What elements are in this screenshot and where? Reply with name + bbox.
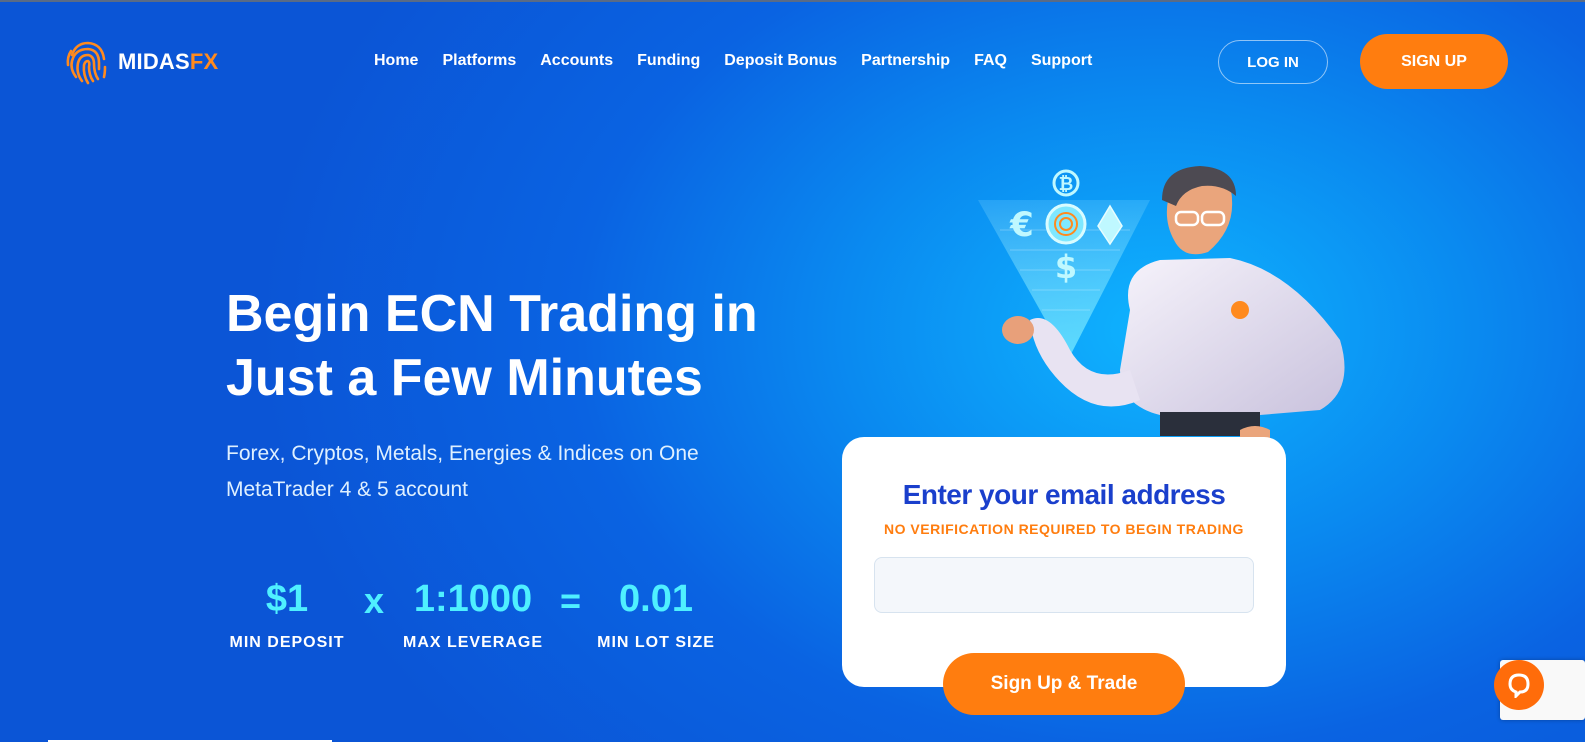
multiply-operator: x — [364, 580, 385, 621]
top-border — [0, 0, 1585, 2]
login-button[interactable]: LOG IN — [1218, 40, 1328, 84]
hero-subtitle-line1: Forex, Cryptos, Metals, Energies & Indic… — [226, 442, 699, 465]
hero-subtitle-line2: MetaTrader 4 & 5 account — [226, 478, 469, 501]
stat-min-lot-size: 0.01 MIN LOT SIZE — [592, 578, 720, 652]
hero-subtitle: Forex, Cryptos, Metals, Energies & Indic… — [226, 436, 746, 508]
stat-value: $1 — [265, 578, 309, 620]
nav-funding[interactable]: Funding — [637, 52, 700, 70]
stat-value: 1:1000 — [413, 578, 533, 620]
hero-headline-line1: Begin ECN Trading in — [226, 285, 758, 343]
stats-row: $1 MIN DEPOSIT x 1:1000 MAX LEVERAGE = 0… — [226, 578, 746, 651]
stat-min-deposit: $1 MIN DEPOSIT — [226, 578, 348, 652]
nav-platforms[interactable]: Platforms — [442, 52, 516, 70]
signup-trade-button[interactable]: Sign Up & Trade — [943, 653, 1185, 715]
signup-button[interactable]: SIGN UP — [1360, 34, 1508, 89]
nav-home[interactable]: Home — [374, 52, 418, 70]
stat-label: MIN DEPOSIT — [229, 634, 345, 651]
bitcoin-icon: ₿ — [1052, 169, 1080, 197]
nav-support[interactable]: Support — [1031, 52, 1092, 70]
signup-card-title: Enter your email address — [902, 479, 1226, 510]
fingerprint-icon — [1045, 203, 1087, 245]
dollar-icon: $ — [1055, 248, 1077, 286]
stat-label: MAX LEVERAGE — [402, 634, 543, 651]
brand-logo[interactable]: MIDASFX — [62, 37, 218, 87]
hero-illustration: ₿ € $ — [970, 160, 1370, 460]
stat-max-leverage: 1:1000 MAX LEVERAGE — [398, 578, 548, 652]
signup-card-note: NO VERIFICATION REQUIRED TO BEGIN TRADIN… — [884, 521, 1244, 537]
nav-partnership[interactable]: Partnership — [861, 52, 950, 70]
chat-bubble-icon — [1508, 673, 1530, 698]
brand-name: MIDASFX — [118, 49, 219, 74]
stat-value: 0.01 — [619, 578, 693, 620]
chat-launcher-button[interactable] — [1494, 660, 1544, 710]
nav-faq[interactable]: FAQ — [974, 52, 1007, 70]
equals-operator: = — [560, 580, 582, 621]
main-nav: Home Platforms Accounts Funding Deposit … — [374, 52, 1092, 70]
hero-headline-line2: Just a Few Minutes — [226, 349, 703, 407]
hero-headline: Begin ECN Trading in Just a Few Minutes — [226, 282, 826, 410]
svg-text:₿: ₿ — [1059, 174, 1074, 195]
nav-accounts[interactable]: Accounts — [540, 52, 613, 70]
email-input[interactable] — [874, 557, 1254, 613]
stat-label: MIN LOT SIZE — [597, 634, 715, 651]
fingerprint-icon — [66, 41, 107, 85]
signup-card: Enter your email address NO VERIFICATION… — [842, 437, 1286, 687]
nav-deposit-bonus[interactable]: Deposit Bonus — [724, 52, 837, 70]
euro-icon: € — [1009, 205, 1034, 245]
